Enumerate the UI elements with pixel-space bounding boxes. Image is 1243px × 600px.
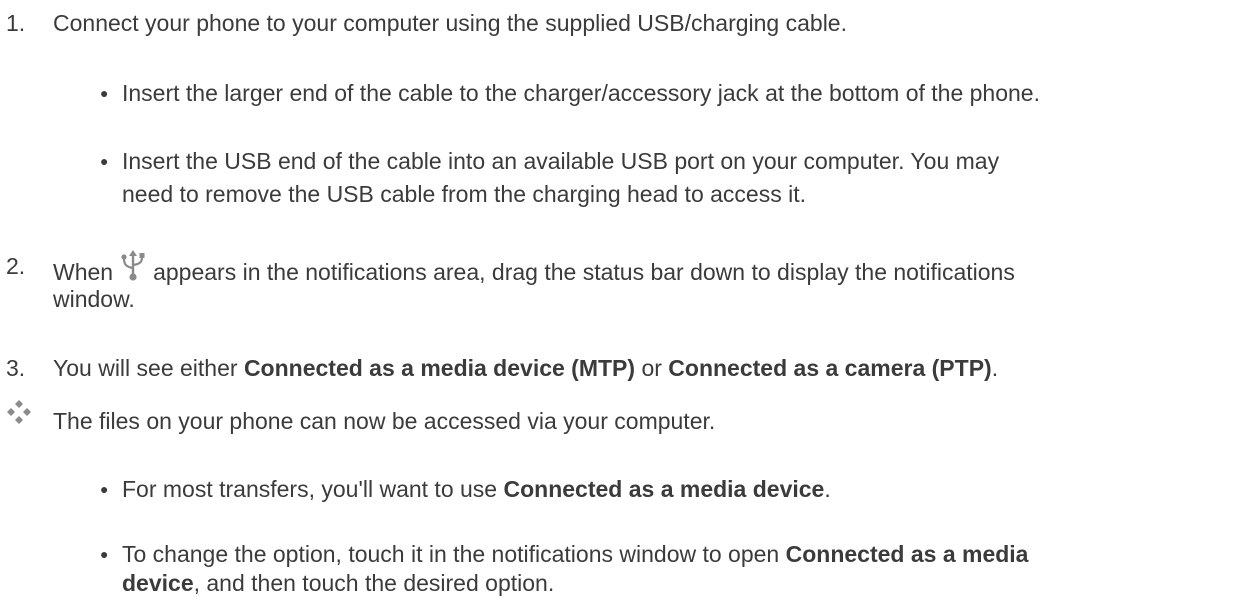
step-text: Connect your phone to your computer usin… bbox=[53, 10, 847, 36]
bullet-dot: ● bbox=[100, 85, 109, 101]
instructions-page: 1. Connect your phone to your computer u… bbox=[0, 0, 1243, 596]
text-prefix: For most transfers, you'll want to use bbox=[122, 476, 504, 502]
usb-icon bbox=[119, 250, 147, 282]
step-number: 3. bbox=[6, 355, 26, 381]
step-text: You will see either Connected as a media… bbox=[53, 352, 998, 385]
bullet-dot: ● bbox=[100, 481, 109, 497]
text-suffix: . bbox=[991, 355, 999, 381]
bullet-text-line-2: need to remove the USB cable from the ch… bbox=[122, 181, 806, 207]
bullet-text: Insert the larger end of the cable to th… bbox=[122, 80, 1040, 106]
text-suffix: . bbox=[824, 476, 831, 502]
ptp-option-label: Connected as a camera (PTP) bbox=[668, 355, 992, 381]
bullet-text-line-1: Insert the USB end of the cable into an … bbox=[122, 148, 1000, 174]
text-prefix: You will see either bbox=[53, 355, 244, 381]
step-number: 2. bbox=[6, 253, 26, 279]
step-number: 1. bbox=[6, 10, 26, 36]
media-device-label: Connected as a media device bbox=[503, 476, 825, 502]
mtp-option-label: Connected as a media device (MTP) bbox=[243, 355, 636, 381]
bullet-text-line-2: device, and then touch the desired optio… bbox=[122, 567, 554, 600]
step-text-continuation: window. bbox=[53, 286, 135, 312]
result-text: The files on your phone can now be acces… bbox=[53, 408, 716, 434]
step-text: When appears in the notifications area, … bbox=[53, 250, 1015, 289]
bullet-dot: ● bbox=[100, 153, 109, 169]
step-text-before-icon: When bbox=[53, 259, 114, 285]
diamond-bullet-icon bbox=[6, 399, 32, 425]
text-prefix: To change the option, touch it in the no… bbox=[122, 541, 786, 567]
media-device-label-part-1: Connected as a media bbox=[785, 541, 1029, 567]
text-suffix: , and then touch the desired option. bbox=[193, 570, 555, 596]
step-text-after-icon: appears in the notifications area, drag … bbox=[153, 259, 1015, 285]
bullet-dot: ● bbox=[100, 546, 109, 562]
text-mid: or bbox=[635, 355, 669, 381]
media-device-label-part-2: device bbox=[122, 570, 194, 596]
bullet-text: For most transfers, you'll want to use C… bbox=[122, 473, 831, 506]
